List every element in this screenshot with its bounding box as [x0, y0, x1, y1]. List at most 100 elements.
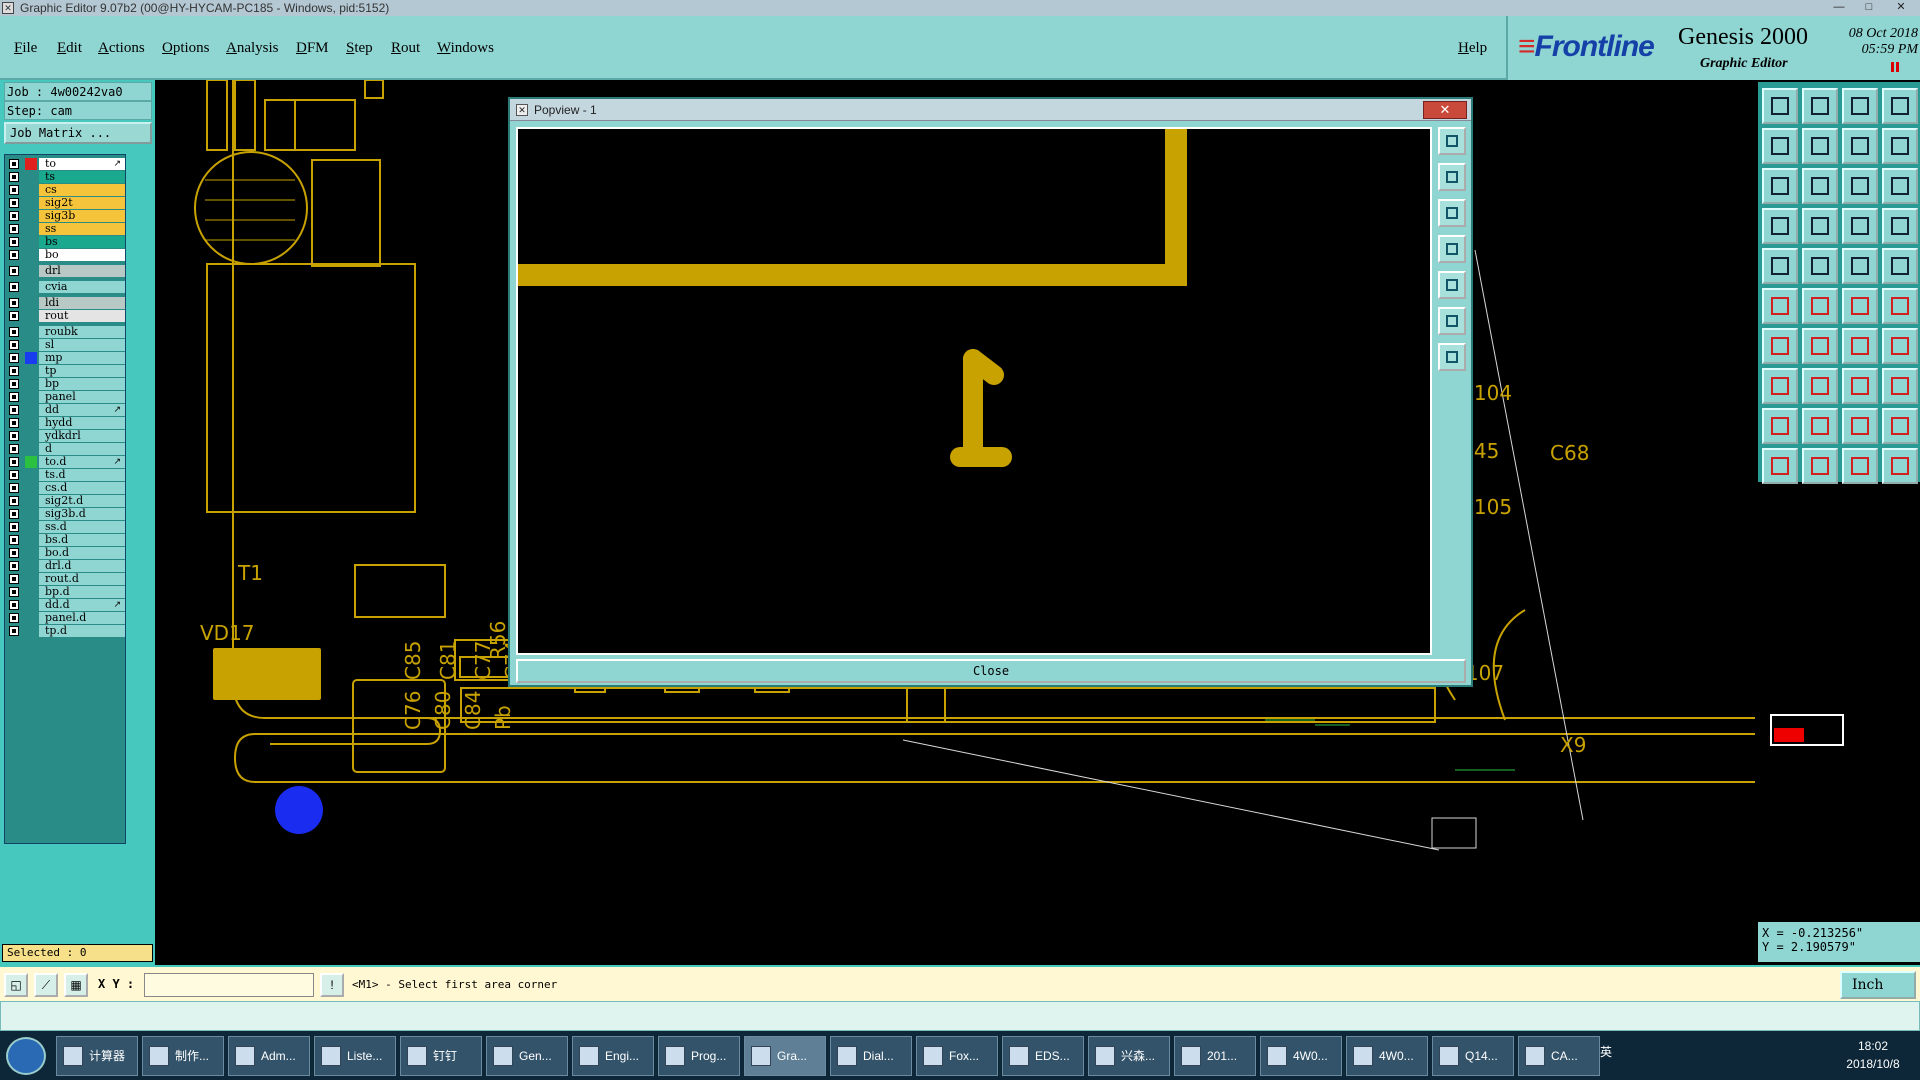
popview-canvas[interactable]: [516, 127, 1432, 655]
layer-checkbox[interactable]: [9, 250, 19, 260]
popview-zoom-in-tool[interactable]: [1438, 163, 1466, 191]
popview-close-button[interactable]: Close: [516, 659, 1466, 683]
add-line-tool-icon[interactable]: [1762, 288, 1798, 324]
line-tool-tool-icon[interactable]: [1762, 328, 1798, 364]
layer-row-bp-d[interactable]: bp.d: [5, 585, 125, 599]
delete-tool-icon[interactable]: [1802, 288, 1838, 324]
layer-name[interactable]: tp.d: [39, 625, 125, 637]
layer-checkbox[interactable]: [9, 496, 19, 506]
layer-row-mp[interactable]: mp: [5, 351, 125, 365]
layer-checkbox[interactable]: [9, 587, 19, 597]
menu-help[interactable]: Help: [1458, 40, 1487, 57]
layer-row-dd-d[interactable]: dd.d ↗: [5, 598, 125, 612]
layer-row-to[interactable]: to ↗: [5, 157, 125, 171]
add-pad-tool-icon[interactable]: [1802, 248, 1838, 284]
layer-checkbox[interactable]: [9, 211, 19, 221]
layer-row-panel[interactable]: panel: [5, 390, 125, 404]
taskbar-item[interactable]: 4W0...: [1346, 1036, 1428, 1076]
layer-row-hydd[interactable]: hydd: [5, 416, 125, 430]
alert-icon[interactable]: !: [320, 973, 344, 997]
filter-tool-icon[interactable]: [1762, 208, 1798, 244]
arc-tool-tool-icon[interactable]: [1842, 328, 1878, 364]
pointer-4-tool-icon[interactable]: [1882, 448, 1918, 484]
pointer-tool-icon[interactable]: [1762, 448, 1798, 484]
triangle-4-tool-icon[interactable]: [1882, 408, 1918, 444]
split-tool-tool-icon[interactable]: [1882, 328, 1918, 364]
taskbar-item[interactable]: 钉钉: [400, 1036, 482, 1076]
layer-row-cs-d[interactable]: cs.d: [5, 481, 125, 495]
copy-tool-tool-icon[interactable]: [1762, 248, 1798, 284]
layer-checkbox[interactable]: [9, 266, 19, 276]
job-matrix-button[interactable]: Job Matrix ...: [4, 122, 152, 144]
clock[interactable]: 18:02 2018/10/8: [1830, 1037, 1916, 1073]
taskbar-item[interactable]: 兴森...: [1088, 1036, 1170, 1076]
triangle-3-tool-icon[interactable]: [1842, 408, 1878, 444]
taskbar-item[interactable]: Gra...: [744, 1036, 826, 1076]
popview-zoom-out-tool[interactable]: [1438, 199, 1466, 227]
ime-indicator[interactable]: 英: [1600, 1045, 1612, 1059]
layer-name[interactable]: ss.d: [39, 521, 125, 533]
taskbar-item[interactable]: 计算器: [56, 1036, 138, 1076]
layer-checkbox[interactable]: [9, 522, 19, 532]
layer-row-bo[interactable]: bo: [5, 248, 125, 262]
units-selector[interactable]: Inch: [1840, 971, 1916, 999]
window-tool-icon[interactable]: [1882, 88, 1918, 124]
taskbar-item[interactable]: Adm...: [228, 1036, 310, 1076]
layer-checkbox[interactable]: [9, 379, 19, 389]
layer-name[interactable]: ss: [39, 223, 125, 235]
maximize-button[interactable]: □: [1856, 0, 1882, 16]
layer-name[interactable]: mp: [39, 352, 125, 364]
fit-tool-icon[interactable]: [1762, 168, 1798, 204]
taskbar-item[interactable]: CA...: [1518, 1036, 1600, 1076]
taskbar-item[interactable]: Engi...: [572, 1036, 654, 1076]
next-tool-icon[interactable]: [1802, 128, 1838, 164]
layer-row-ss[interactable]: ss: [5, 222, 125, 236]
layer-checkbox[interactable]: [9, 159, 19, 169]
layer-checkbox[interactable]: [9, 198, 19, 208]
taskbar-item[interactable]: 制作...: [142, 1036, 224, 1076]
layer-checkbox[interactable]: [9, 311, 19, 321]
taskbar-item[interactable]: Prog...: [658, 1036, 740, 1076]
layer-checkbox[interactable]: [9, 327, 19, 337]
menu-options[interactable]: Options: [162, 40, 210, 57]
taskbar-item[interactable]: 201...: [1174, 1036, 1256, 1076]
layer-row-dd[interactable]: dd ↗: [5, 403, 125, 417]
layer-name[interactable]: panel.d: [39, 612, 125, 624]
layer-name[interactable]: rout: [39, 310, 125, 322]
popview-pan-right-tool[interactable]: [1438, 271, 1466, 299]
layer-checkbox[interactable]: [9, 282, 19, 292]
layer-checkbox[interactable]: [9, 353, 19, 363]
taskbar-item[interactable]: EDS...: [1002, 1036, 1084, 1076]
layer-row-bp[interactable]: bp: [5, 377, 125, 391]
layer-row-tp[interactable]: tp: [5, 364, 125, 378]
layer-checkbox[interactable]: [9, 548, 19, 558]
layer-checkbox[interactable]: [9, 340, 19, 350]
layer-checkbox[interactable]: [9, 457, 19, 467]
layer-checkbox[interactable]: [9, 483, 19, 493]
minimize-button[interactable]: —: [1826, 0, 1852, 16]
move-tool-icon[interactable]: [1842, 288, 1878, 324]
layer-row-tp-d[interactable]: tp.d: [5, 624, 125, 638]
menu-file[interactable]: File: [14, 40, 37, 57]
layer-name[interactable]: roubk: [39, 326, 125, 338]
layer-name[interactable]: tp: [39, 365, 125, 377]
taskbar-item[interactable]: Liste...: [314, 1036, 396, 1076]
layer-row-rout-d[interactable]: rout.d: [5, 572, 125, 586]
layer-row-ss-d[interactable]: ss.d: [5, 520, 125, 534]
layer-row-panel-d[interactable]: panel.d: [5, 611, 125, 625]
measure-icon[interactable]: ⟋: [34, 973, 58, 997]
layer-row-ts[interactable]: ts: [5, 170, 125, 184]
layer-name[interactable]: sig3b.d: [39, 508, 125, 520]
layer-checkbox[interactable]: [9, 470, 19, 480]
layer-row-ydkdrl[interactable]: ydkdrl: [5, 429, 125, 443]
layer-row-cs[interactable]: cs: [5, 183, 125, 197]
layer-row-to-d[interactable]: to.d ↗: [5, 455, 125, 469]
layer-down-tool-icon[interactable]: [1802, 88, 1838, 124]
layer-name[interactable]: rout.d: [39, 573, 125, 585]
layer-name[interactable]: bs: [39, 236, 125, 248]
connect-tool-icon[interactable]: [1882, 368, 1918, 404]
layer-row-sig2t-d[interactable]: sig2t.d: [5, 494, 125, 508]
layer-checkbox[interactable]: [9, 405, 19, 415]
layer-checkbox[interactable]: [9, 535, 19, 545]
layer-row-bs[interactable]: bs: [5, 235, 125, 249]
